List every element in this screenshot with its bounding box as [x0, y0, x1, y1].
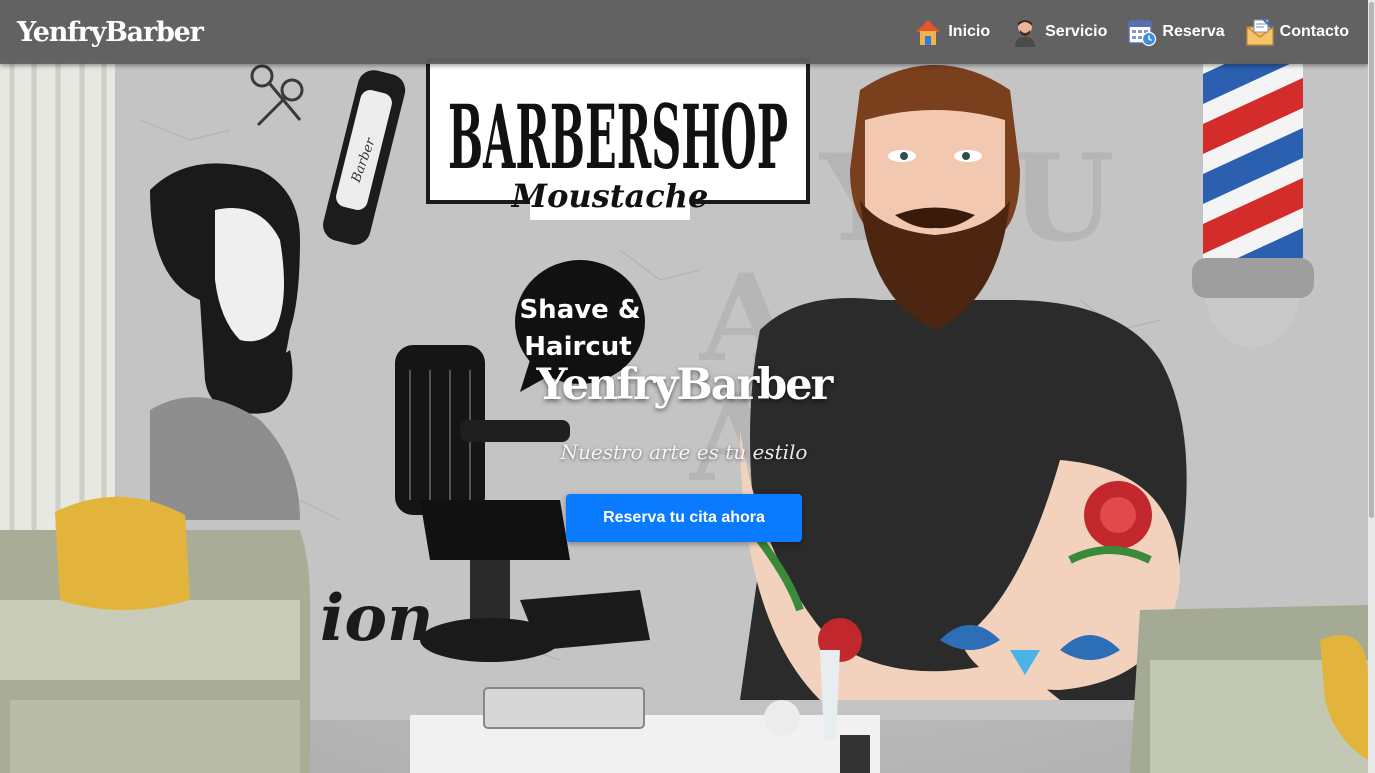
- hero-subtitle: Nuestro arte es tu estilo: [560, 440, 808, 464]
- nav-item-servicio[interactable]: Servicio: [1010, 17, 1107, 47]
- calendar-icon: [1128, 20, 1157, 47]
- wall-text: ion: [320, 581, 434, 656]
- top-navbar: YenfryBarber Inicio Servicio Reserva Con…: [0, 0, 1368, 64]
- sign-main-text: BARBERSHOP: [448, 85, 788, 189]
- sign-script-text: Moustache: [511, 177, 709, 215]
- envelope-icon: [1246, 18, 1274, 46]
- nav-item-inicio[interactable]: Inicio: [913, 17, 990, 47]
- scrollbar-thumb[interactable]: [1369, 2, 1374, 518]
- sofa-left: [0, 496, 310, 773]
- nav-label-contacto: Contacto: [1279, 23, 1349, 40]
- sofa-right: [1130, 605, 1368, 773]
- house-icon: [916, 20, 941, 45]
- page-scrollbar[interactable]: [1368, 0, 1375, 773]
- bubble-line1: Shave &: [519, 295, 640, 325]
- brand-logo[interactable]: YenfryBarber: [17, 17, 204, 48]
- nav-label-inicio: Inicio: [948, 23, 991, 40]
- barbershop-sign: BARBERSHOP Moustache: [426, 58, 810, 220]
- bubble-line2: Haircut: [524, 332, 631, 362]
- nav-label-servicio: Servicio: [1045, 23, 1108, 40]
- nav-item-contacto[interactable]: Contacto: [1245, 17, 1349, 47]
- nav-item-reserva[interactable]: Reserva: [1127, 17, 1225, 47]
- nav-menu: Inicio Servicio Reserva Contacto: [893, 17, 1349, 47]
- barber-icon: [1015, 20, 1036, 47]
- nav-label-reserva: Reserva: [1162, 23, 1225, 40]
- hero-title: YenfryBarber: [536, 360, 834, 410]
- book-appointment-button[interactable]: Reserva tu cita ahora: [566, 494, 802, 542]
